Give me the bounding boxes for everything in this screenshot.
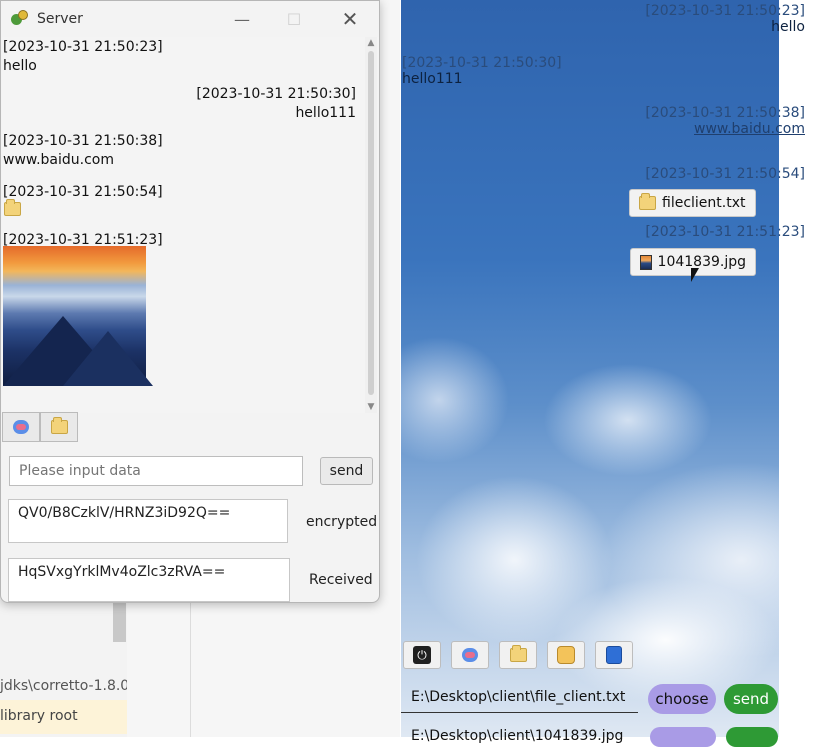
folder-icon[interactable] <box>4 199 21 216</box>
message-timestamp: [2023-10-31 21:50:30] <box>196 86 356 102</box>
ide-tree-item-jdk[interactable]: jdks\corretto-1.8.0 <box>0 678 127 694</box>
send-button[interactable]: send <box>320 457 373 485</box>
send-button-second[interactable] <box>726 727 778 747</box>
chat-message: [2023-10-31 21:50:23] hello <box>3 38 163 76</box>
folder-icon <box>509 645 527 662</box>
file-path-field-second[interactable]: E:\Desktop\client\1041839.jpg <box>401 728 638 744</box>
client-message: [2023-10-31 21:50:38] www.baidu.com <box>645 105 805 137</box>
message-timestamp: [2023-10-31 21:50:54] <box>3 184 163 200</box>
client-message: [2023-10-31 21:50:30] hello111 <box>402 55 562 87</box>
client-message: [2023-10-31 21:50:23] hello <box>645 3 805 35</box>
file-attachment-button[interactable]: fileclient.txt <box>629 189 756 217</box>
client-toolbar: ⏻ <box>403 641 633 669</box>
encrypted-field[interactable]: QV0/B8CzklV/HRNZ3iD92Q== <box>8 499 288 543</box>
minimize-button[interactable]: — <box>219 1 265 37</box>
message-timestamp: [2023-10-31 21:50:30] <box>402 55 562 71</box>
choose-button[interactable]: choose <box>648 684 716 714</box>
chat-message: [2023-10-31 21:50:30] hello111 <box>196 85 356 123</box>
chat-scrollbar[interactable]: ▲ ▼ <box>365 37 377 413</box>
chat-icon <box>462 648 478 662</box>
received-field[interactable]: HqSVxgYrklMv4oZlc3zRVA== <box>8 558 290 602</box>
window-title: Server <box>37 11 83 27</box>
folder-button[interactable] <box>40 412 78 442</box>
message-timestamp: [2023-10-31 21:50:38] <box>3 133 163 149</box>
message-timestamp: [2023-10-31 21:51:23] <box>645 224 805 240</box>
title-bar[interactable]: Server — ☐ ✕ <box>1 1 379 37</box>
chat-message-area[interactable]: [2023-10-31 21:50:23] hello [2023-10-31 … <box>2 37 379 413</box>
ide-scrollbar[interactable] <box>113 600 126 642</box>
file-name: 1041839.jpg <box>657 254 746 270</box>
scroll-down-icon[interactable]: ▼ <box>367 403 375 412</box>
server-toolbar <box>2 412 78 442</box>
message-timestamp: [2023-10-31 21:50:54] <box>645 166 805 182</box>
received-image[interactable] <box>3 246 153 386</box>
message-text: hello111 <box>402 71 463 87</box>
message-timestamp: [2023-10-31 21:50:23] <box>3 39 163 55</box>
client-message: [2023-10-31 21:51:23] <box>645 224 805 240</box>
folder-icon <box>50 417 68 434</box>
encrypted-label: encrypted <box>306 514 378 530</box>
file-name: fileclient.txt <box>662 195 746 211</box>
calculator-button[interactable] <box>595 641 633 669</box>
choose-button-second[interactable] <box>650 727 716 747</box>
folder-icon <box>639 193 656 210</box>
app-icon <box>11 10 29 28</box>
mouse-cursor-icon <box>691 268 699 282</box>
message-timestamp: [2023-10-31 21:50:23] <box>645 3 805 19</box>
message-link[interactable]: www.baidu.com <box>645 121 805 137</box>
scroll-thumb[interactable] <box>368 51 374 395</box>
message-text: www.baidu.com <box>3 152 114 168</box>
ide-divider <box>190 600 191 737</box>
maximize-button[interactable]: ☐ <box>271 1 317 37</box>
cat-icon <box>557 646 575 664</box>
ide-tree-item-library-root[interactable]: library root <box>0 700 127 734</box>
file-path-field[interactable]: E:\Desktop\client\file_client.txt <box>401 683 638 713</box>
send-button[interactable]: send <box>724 684 778 714</box>
message-text: hello <box>3 58 37 74</box>
message-text: hello111 <box>295 105 356 121</box>
chat-message: [2023-10-31 21:50:54] <box>3 183 163 202</box>
message-input[interactable] <box>9 456 303 486</box>
chat-button[interactable] <box>2 412 40 442</box>
chat-message: [2023-10-31 21:50:38] www.baidu.com <box>3 132 163 170</box>
received-label: Received <box>309 572 373 588</box>
close-button[interactable]: ✕ <box>327 1 373 37</box>
folder-button[interactable] <box>499 641 537 669</box>
scroll-up-icon[interactable]: ▲ <box>367 39 375 48</box>
message-timestamp: [2023-10-31 21:50:38] <box>645 105 805 121</box>
message-text: hello <box>771 19 805 35</box>
chat-button[interactable] <box>451 641 489 669</box>
chat-icon <box>13 420 29 434</box>
image-icon <box>640 254 652 270</box>
power-icon: ⏻ <box>413 646 431 664</box>
power-button[interactable]: ⏻ <box>403 641 441 669</box>
cat-button[interactable] <box>547 641 585 669</box>
server-window: Server — ☐ ✕ [2023-10-31 21:50:23] hello… <box>0 0 380 603</box>
client-message: [2023-10-31 21:50:54] <box>645 166 805 182</box>
calculator-icon <box>606 646 622 664</box>
